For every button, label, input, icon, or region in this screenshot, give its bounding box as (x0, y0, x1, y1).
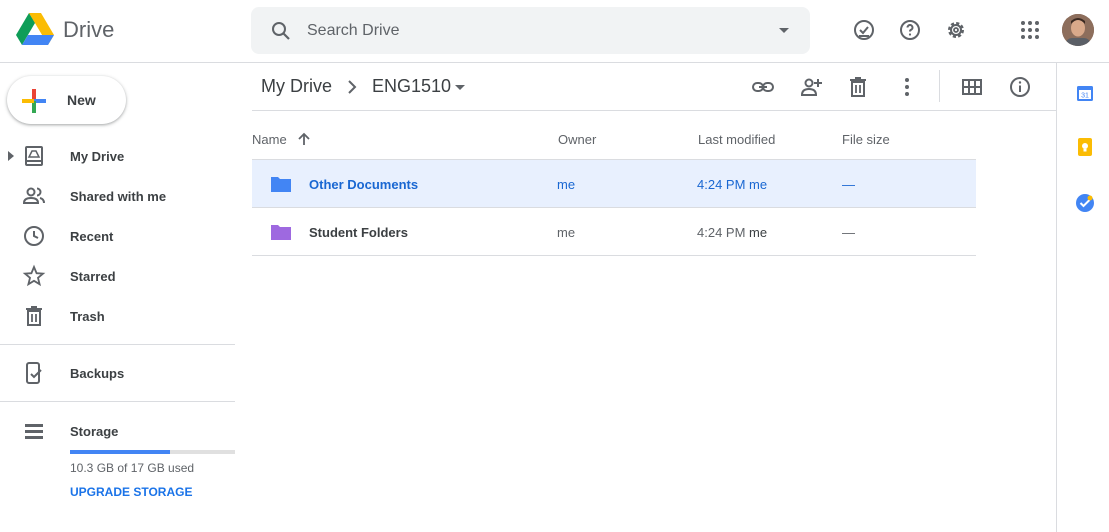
chevron-right-icon (348, 80, 357, 94)
file-size: — (842, 177, 855, 192)
storage-usage-text: 10.3 GB of 17 GB used (70, 461, 195, 475)
sidebar-item-trash[interactable]: Trash (0, 296, 235, 336)
toolbar-divider (939, 70, 940, 102)
backups-icon (26, 362, 42, 384)
column-header-owner[interactable]: Owner (558, 132, 596, 147)
more-options-icon[interactable] (895, 75, 919, 99)
sidebar-item-label: Backups (70, 366, 125, 381)
storage-progress-bar (70, 450, 235, 454)
folder-icon (271, 177, 291, 192)
clock-icon (24, 226, 44, 246)
search-input[interactable] (307, 7, 747, 54)
file-name[interactable]: Student Folders (309, 225, 408, 240)
help-icon[interactable] (898, 18, 922, 42)
link-icon[interactable] (751, 75, 775, 99)
avatar[interactable] (1062, 14, 1094, 46)
trash-icon (26, 306, 42, 326)
settings-icon[interactable] (944, 18, 968, 42)
table-row[interactable]: Other Documents me 4:24 PM me — (252, 160, 976, 208)
my-drive-icon (25, 146, 43, 166)
sidebar-item-label: Starred (70, 269, 116, 284)
table-row[interactable]: Student Folders me 4:24 PM me — (252, 208, 976, 256)
svg-text:31: 31 (1081, 93, 1089, 100)
breadcrumb-current[interactable]: ENG1510 (372, 76, 451, 97)
calendar-icon[interactable]: 31 (1075, 83, 1095, 103)
sidebar-divider (0, 401, 235, 402)
file-name[interactable]: Other Documents (309, 177, 418, 192)
breadcrumb-root[interactable]: My Drive (261, 76, 332, 97)
sidebar-item-label: My Drive (70, 149, 125, 164)
search-bar[interactable] (251, 7, 810, 54)
sidebar-item-label: Shared with me (70, 189, 167, 204)
app-name[interactable]: Drive (63, 17, 114, 43)
file-owner: me (557, 177, 576, 192)
share-add-person-icon[interactable] (799, 75, 823, 99)
apps-grid-icon[interactable] (1018, 18, 1042, 42)
sidebar-item-recent[interactable]: Recent (0, 216, 235, 256)
search-icon[interactable] (269, 19, 293, 43)
sidebar-item-shared-with-me[interactable]: Shared with me (0, 176, 235, 216)
sidebar-divider (0, 344, 235, 345)
file-modified-time: 4:24 PM (697, 225, 746, 240)
upgrade-storage-link[interactable]: UPGRADE STORAGE (70, 485, 192, 499)
file-modified-by: me (749, 225, 768, 240)
chevron-down-icon[interactable] (450, 77, 470, 97)
ready-for-offline-icon[interactable] (852, 18, 876, 42)
keep-icon[interactable] (1075, 137, 1095, 157)
file-owner: me (557, 225, 576, 240)
toolbar-divider-line (252, 110, 1056, 111)
plus-icon (22, 89, 46, 113)
sidebar-item-my-drive[interactable]: My Drive (0, 136, 235, 176)
folder-shape (271, 177, 291, 192)
sort-arrow-up-icon[interactable] (296, 131, 312, 147)
app-header: Drive (0, 0, 1109, 63)
tasks-icon[interactable] (1075, 193, 1095, 213)
sidebar-item-storage[interactable]: Storage (0, 411, 235, 451)
trash-icon[interactable] (846, 75, 870, 99)
new-button[interactable]: New (7, 76, 126, 124)
grid-view-icon[interactable] (960, 75, 984, 99)
column-header-name[interactable]: Name (252, 132, 287, 147)
side-panel: 31 (1056, 63, 1109, 532)
info-icon[interactable] (1008, 75, 1032, 99)
sidebar-item-label: Recent (70, 229, 114, 244)
column-header-last-modified[interactable]: Last modified (698, 132, 775, 147)
file-modified-time: 4:24 PM (697, 177, 746, 192)
folder-icon (271, 225, 291, 240)
folder-shape (271, 225, 291, 240)
storage-progress-fill (70, 450, 170, 454)
sidebar-item-label: Storage (70, 424, 119, 439)
star-icon (22, 264, 46, 287)
search-options-icon[interactable] (772, 18, 796, 42)
sidebar-item-backups[interactable]: Backups (0, 353, 235, 393)
storage-icon (25, 424, 43, 439)
sidebar-item-label: Trash (70, 309, 105, 324)
column-header-file-size[interactable]: File size (842, 132, 890, 147)
sidebar-item-starred[interactable]: Starred (0, 256, 235, 296)
file-modified-by: me (749, 177, 768, 192)
shared-icon (22, 187, 45, 204)
expand-arrow-icon[interactable] (7, 150, 15, 162)
new-button-label: New (67, 92, 96, 108)
drive-logo-icon[interactable] (16, 12, 54, 48)
user-avatar-icon (1062, 14, 1094, 46)
file-size: — (842, 225, 855, 240)
